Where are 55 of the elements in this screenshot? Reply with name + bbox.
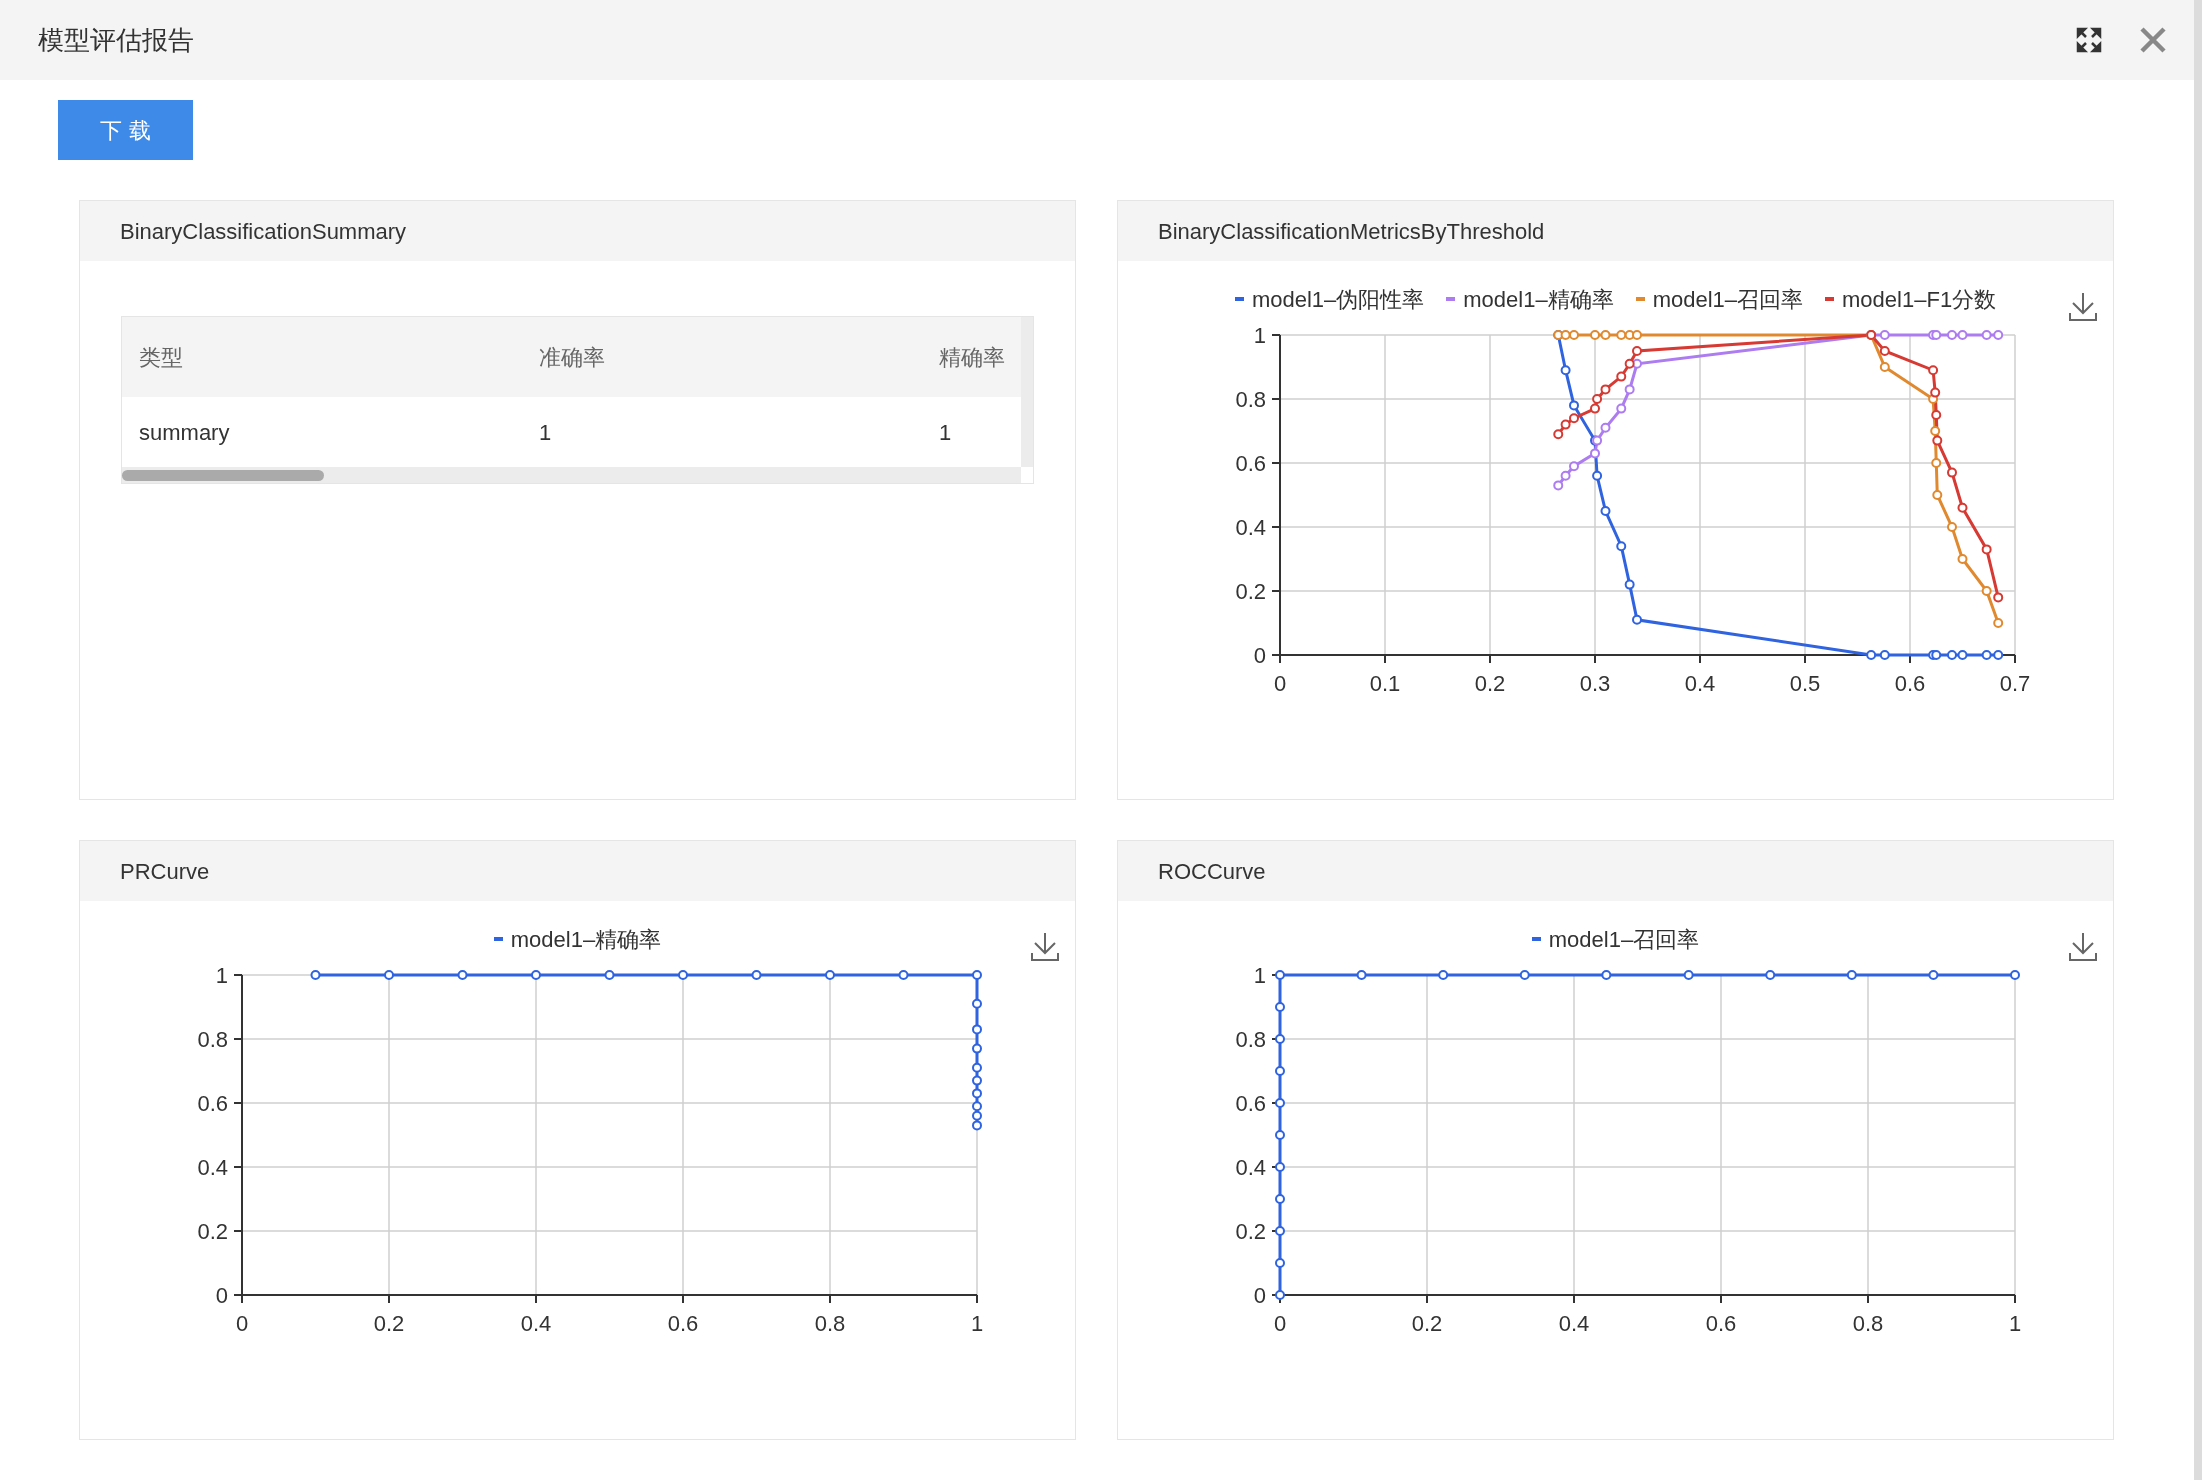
table-cell-text: 1: [939, 418, 953, 447]
axis-label: 0.2: [373, 1311, 405, 1336]
column-header: 准确率: [539, 343, 606, 372]
axis-label: 0.2: [1411, 1311, 1443, 1336]
axis-label: 0: [235, 1311, 249, 1336]
axis-label: 0.8: [1235, 1027, 1266, 1052]
panel-title: BinaryClassificationMetricsByThreshold: [1158, 217, 1545, 246]
axis-label: 0.6: [1894, 671, 1926, 696]
legend-label: model1–F1分数: [1842, 285, 1997, 314]
panel-title: ROCCurve: [1158, 857, 1266, 886]
legend-label: model1–精确率: [1463, 285, 1614, 314]
axis-label: 0.6: [667, 1311, 699, 1336]
axis-label: 0.5: [1789, 671, 1821, 696]
axis-label: 0.2: [197, 1219, 228, 1244]
axis-label: 0: [215, 1283, 228, 1308]
axis-label: 0.6: [1235, 451, 1266, 476]
axis-label: 0: [1273, 1311, 1287, 1336]
axis-label: 0.4: [1684, 671, 1716, 696]
axis-label: 0.2: [1474, 671, 1506, 696]
axis-label: 0.6: [197, 1091, 228, 1116]
axis-label: 0: [1273, 671, 1287, 696]
axis-label: 0.8: [814, 1311, 846, 1336]
axis-label: 0.4: [1235, 515, 1266, 540]
axis-label: 1: [1253, 963, 1266, 988]
table-cell-text: 1: [539, 418, 553, 447]
axis-label: 0.6: [1705, 1311, 1737, 1336]
axis-label: 0.8: [1852, 1311, 1884, 1336]
panel-title: BinaryClassificationSummary: [120, 217, 407, 246]
axis-label: 1: [1253, 323, 1266, 348]
axis-label: 0.4: [1558, 1311, 1590, 1336]
axis-label: 1: [2008, 1311, 2022, 1336]
dialog-title: 模型评估报告: [38, 23, 194, 57]
axis-label: 0.4: [520, 1311, 552, 1336]
axis-label: 0.8: [197, 1027, 228, 1052]
axis-label: 0.2: [1235, 1219, 1266, 1244]
table-cell-text: summary: [139, 418, 231, 447]
axis-label: 0.7: [1999, 671, 2031, 696]
axis-label: 1: [970, 1311, 984, 1336]
axis-label: 0.4: [1235, 1155, 1266, 1180]
legend-label: model1–精确率: [510, 925, 662, 954]
axis-label: 0.2: [1235, 579, 1266, 604]
legend-label: model1–伪阳性率: [1251, 285, 1425, 314]
legend-label: model1–召回率: [1548, 925, 1700, 954]
axis-label: 0: [1253, 1283, 1266, 1308]
axis-label: 0.4: [197, 1155, 228, 1180]
axis-label: 0.8: [1235, 387, 1266, 412]
axis-label: 0.3: [1579, 671, 1611, 696]
axis-label: 1: [215, 963, 228, 988]
axis-label: 0.1: [1369, 671, 1401, 696]
axis-label: 0.6: [1235, 1091, 1266, 1116]
legend-label: model1–召回率: [1652, 285, 1804, 314]
column-header: 精确率: [939, 343, 1006, 372]
panel-title: PRCurve: [120, 857, 210, 886]
axis-label: 0: [1253, 643, 1266, 668]
column-header: 类型: [139, 343, 184, 372]
